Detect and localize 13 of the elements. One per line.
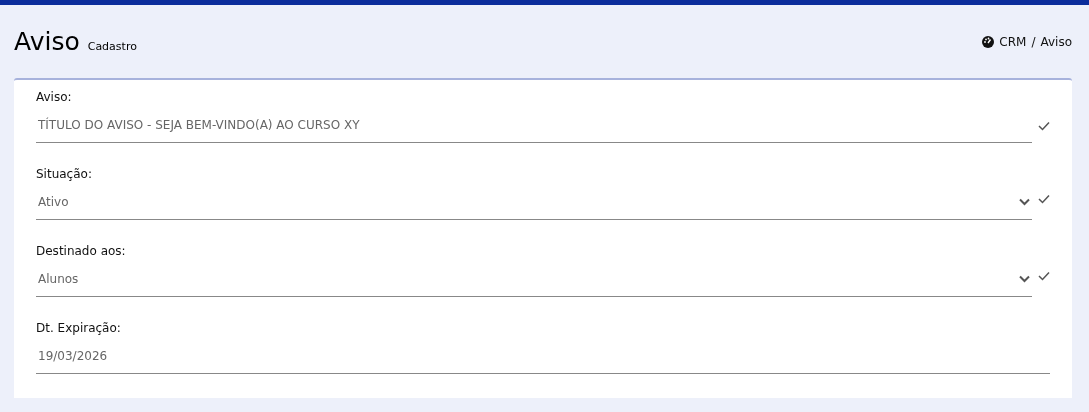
breadcrumb-item[interactable]: CRM	[999, 34, 1027, 49]
select-field[interactable]: Alunos	[36, 272, 1032, 297]
select-field[interactable]: Ativo	[36, 195, 1032, 220]
date-field[interactable]: 19/03/2026	[36, 349, 1050, 374]
breadcrumb-item: Aviso	[1040, 34, 1072, 49]
page-subtitle: Cadastro	[87, 40, 137, 53]
field-label: Destinado aos:	[36, 244, 127, 258]
breadcrumb-separator: /	[1031, 34, 1036, 49]
field-label: Aviso:	[36, 90, 73, 104]
page-title: Aviso	[14, 27, 80, 56]
field-label: Situação:	[36, 167, 93, 181]
input-field[interactable]: TÍTULO DO AVISO - SEJA BEM-VINDO(A) AO CURSO XY	[36, 118, 1032, 143]
field-label: Dt. Expiração:	[36, 321, 122, 335]
